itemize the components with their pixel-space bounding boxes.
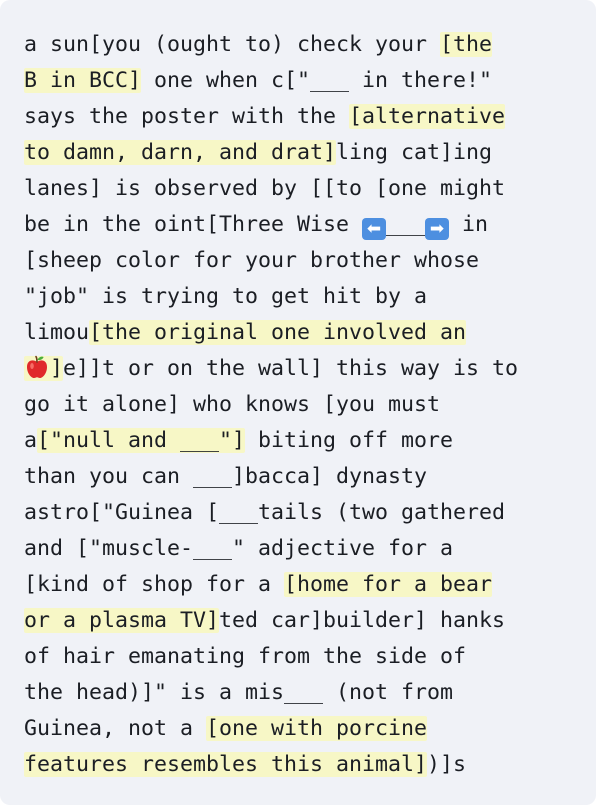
text-segment: astro["Guinea [___tails (two gathered <box>24 500 506 525</box>
clue-card: a sun[you (ought to) check your [the B i… <box>0 0 596 805</box>
text-line: Guinea, not a [one with porcine <box>24 711 584 747</box>
text-segment: ___ <box>386 212 426 237</box>
highlighted-text: [the <box>440 32 493 57</box>
text-segment: lanes] is observed by [[to [one might <box>24 176 506 201</box>
text-line: lanes] is observed by [[to [one might <box>24 171 584 207</box>
text-line: a sun[you (ought to) check your [the <box>24 27 584 63</box>
text-segment: of hair emanating from the side of <box>24 644 467 669</box>
text-line: B in BCC] one when c["___ in there!" <box>24 63 584 99</box>
text-line: ]e]]t or on the wall] this way is to <box>24 351 584 387</box>
text-segment: go it alone] who knows [you must <box>24 392 441 417</box>
apple-icon <box>27 355 47 378</box>
text-segment: Guinea, not a <box>24 716 207 741</box>
text-line: go it alone] who knows [you must <box>24 387 584 423</box>
text-line: of hair emanating from the side of <box>24 639 584 675</box>
text-line: limou[the original one involved an <box>24 315 584 351</box>
highlighted-text: or a plasma TV] <box>24 608 220 633</box>
text-line: be in the oint[Three Wise ⬅ ___ ➡ in <box>24 207 584 243</box>
text-line: and ["muscle-___" adjective for a <box>24 531 584 567</box>
text-segment: e]]t or on the wall] this way is to <box>63 356 519 381</box>
text-line: than you can ___]bacca] dynasty <box>24 459 584 495</box>
text-segment: one when c["___ in there!" <box>141 68 493 93</box>
text-segment: a sun[you (ought to) check your <box>24 32 441 57</box>
text-segment: than you can ___]bacca] dynasty <box>24 464 428 489</box>
text-line: "job" is trying to get hit by a <box>24 279 584 315</box>
text-line: [sheep color for your brother whose <box>24 243 584 279</box>
text-segment: in <box>449 212 489 237</box>
text-line: features resembles this animal])]s <box>24 747 584 783</box>
text-segment: ling cat]ing <box>336 140 493 165</box>
highlighted-apple: ] <box>24 355 64 381</box>
text-segment: the head)]" is a mis___ (not from <box>24 680 454 705</box>
text-segment: be in the oint[Three Wise <box>24 212 363 237</box>
text-line: to damn, darn, and drat]ling cat]ing <box>24 135 584 171</box>
text-line: astro["Guinea [___tails (two gathered <box>24 495 584 531</box>
text-line: a["null and ___"] biting off more <box>24 423 584 459</box>
text-segment: )]s <box>427 752 467 777</box>
highlighted-text: [the original one involved an <box>89 320 467 345</box>
highlighted-text: [home for a bear <box>284 572 493 597</box>
text-segment: limou <box>24 320 90 345</box>
text-line: [kind of shop for a [home for a bear <box>24 567 584 603</box>
text-segment: a <box>24 428 38 453</box>
highlighted-text: ["null and ___"] <box>37 428 246 453</box>
highlighted-text: features resembles this animal] <box>24 752 428 777</box>
text-segment: [sheep color for your brother whose <box>24 248 480 273</box>
highlighted-text: B in BCC] <box>24 68 142 93</box>
highlighted-text: to damn, darn, and drat] <box>24 140 337 165</box>
text-segment: biting off more <box>245 428 454 453</box>
text-line: or a plasma TV]ted car]builder] hanks <box>24 603 584 639</box>
right-arrow-icon: ➡ <box>425 218 450 240</box>
highlighted-text: ] <box>50 356 64 381</box>
highlighted-text: [alternative <box>349 104 506 129</box>
text-line: says the poster with the [alternative <box>24 99 584 135</box>
highlighted-text: [one with porcine <box>206 716 428 741</box>
text-segment: says the poster with the <box>24 104 350 129</box>
left-arrow-icon: ⬅ <box>362 218 387 240</box>
text-segment: "job" is trying to get hit by a <box>24 284 428 309</box>
text-segment: [kind of shop for a <box>24 572 285 597</box>
text-segment: ted car]builder] hanks <box>219 608 506 633</box>
text-line: the head)]" is a mis___ (not from <box>24 675 584 711</box>
text-segment: and ["muscle-___" adjective for a <box>24 536 454 561</box>
